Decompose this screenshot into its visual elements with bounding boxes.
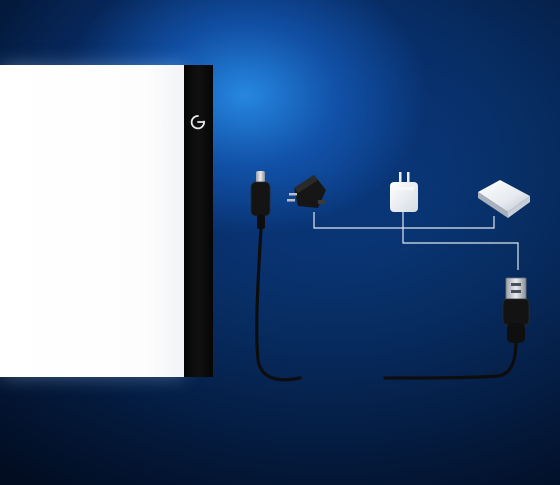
cables-and-accessories: [250, 171, 530, 382]
usb-a-plug-icon: [502, 277, 530, 343]
connector-lines: [313, 212, 519, 270]
wall-adapter-icon: [287, 175, 326, 208]
usb-c-plug-icon: [250, 171, 271, 229]
usb-cable: [255, 226, 302, 382]
usb-cable-continued: [383, 338, 518, 380]
product-photo: [0, 0, 560, 485]
power-bank-icon: [478, 180, 530, 218]
usb-charger-icon: [390, 172, 418, 212]
